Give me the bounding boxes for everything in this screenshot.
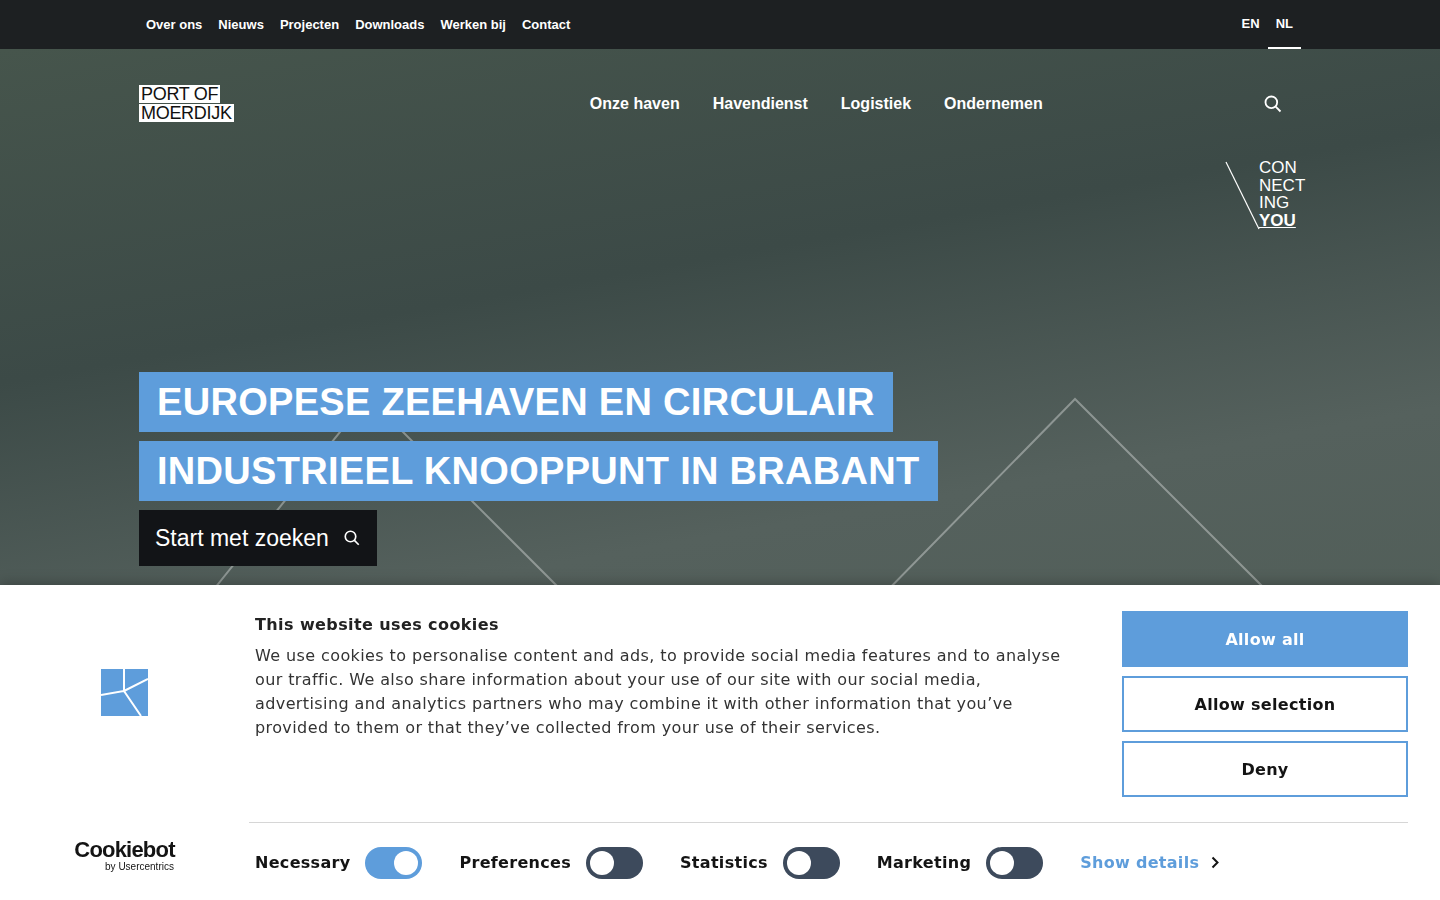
search-icon	[1263, 94, 1283, 114]
toggle-label: Marketing	[877, 853, 971, 872]
logo[interactable]: PORT OFMOERDIJK	[139, 85, 234, 122]
header: PORT OFMOERDIJK Onze haven Havendienst Logi…	[139, 85, 1301, 122]
top-link[interactable]: Nieuws	[218, 17, 264, 32]
brand-byline: by Usercentrics	[105, 861, 174, 872]
consent-toggle[interactable]: Marketing	[877, 847, 1043, 879]
top-bar: Over ons Nieuws Projecten Downloads Werken b…	[0, 0, 1440, 49]
consent-toggle[interactable]: Statistics	[680, 847, 840, 879]
cookie-text: We use cookies to personalise content an…	[255, 644, 1065, 740]
top-link[interactable]: Werken bij	[440, 17, 506, 32]
main-nav: Onze haven Havendienst Logistiek Ondernemen	[590, 95, 1043, 113]
headline-line: INDUSTRIEEL KNOOPPUNT IN BRABANT	[139, 441, 938, 501]
logo-line: MOERDIJK	[139, 104, 234, 122]
toggle-label: Statistics	[680, 853, 768, 872]
consent-toggle[interactable]: Necessary	[255, 847, 422, 879]
toggle-switch[interactable]	[986, 847, 1043, 879]
connecting-you-badge: CONNECTINGYOU	[1259, 159, 1301, 229]
cookiebot-mark-icon	[101, 669, 148, 716]
consent-toggles: Necessary Preferences Statistics Marketing S…	[249, 822, 1408, 900]
badge-line: YOU	[1259, 212, 1301, 230]
toggle-knob	[394, 851, 418, 875]
logo-line: PORT OF	[139, 85, 220, 103]
nav-item[interactable]: Havendienst	[713, 95, 808, 113]
toggle-switch[interactable]	[365, 847, 422, 879]
top-link[interactable]: Contact	[522, 17, 570, 32]
toggle-knob	[787, 851, 811, 875]
brand-name: Cookiebot	[74, 839, 174, 861]
top-link[interactable]: Projecten	[280, 17, 339, 32]
badge-line: ING	[1259, 194, 1301, 212]
toggle-label: Necessary	[255, 853, 350, 872]
cookie-button[interactable]: Allow all	[1122, 611, 1408, 667]
language-option[interactable]: NL	[1268, 0, 1301, 49]
language-switch: ENNL	[1234, 0, 1301, 49]
nav-item[interactable]: Ondernemen	[944, 95, 1043, 113]
toggle-switch[interactable]	[783, 847, 840, 879]
headline-line: EUROPESE ZEEHAVEN EN CIRCULAIR	[139, 372, 893, 432]
search-button[interactable]	[1259, 90, 1287, 118]
consent-toggle[interactable]: Preferences	[459, 847, 643, 879]
badge-line: NECT	[1259, 177, 1301, 195]
top-link[interactable]: Downloads	[355, 17, 424, 32]
top-link[interactable]: Over ons	[146, 17, 202, 32]
toggle-knob	[990, 851, 1014, 875]
cookie-title: This website uses cookies	[255, 615, 1120, 634]
toggle-knob	[590, 851, 614, 875]
top-links: Over ons Nieuws Projecten Downloads Werken b…	[146, 0, 570, 49]
cookie-banner: This website uses cookies We use cookies …	[0, 585, 1440, 900]
slash-icon	[1225, 161, 1261, 231]
nav-item[interactable]: Logistiek	[841, 95, 911, 113]
chevron-right-icon	[1211, 856, 1219, 869]
language-option[interactable]: EN	[1234, 0, 1268, 49]
search-icon	[343, 529, 361, 547]
start-search-button[interactable]: Start met zoeken	[139, 510, 377, 566]
show-details-link[interactable]: Show details	[1080, 853, 1219, 872]
toggle-switch[interactable]	[586, 847, 643, 879]
hero-headline: EUROPESE ZEEHAVEN EN CIRCULAIR INDUSTRIEE…	[139, 372, 1301, 566]
cookie-button[interactable]: Deny	[1122, 741, 1408, 797]
cookiebot-brand: Cookiebotby Usercentrics	[0, 800, 249, 900]
badge-line: CON	[1259, 159, 1301, 177]
toggle-label: Preferences	[459, 853, 571, 872]
nav-item[interactable]: Onze haven	[590, 95, 680, 113]
cookie-button[interactable]: Allow selection	[1122, 676, 1408, 732]
